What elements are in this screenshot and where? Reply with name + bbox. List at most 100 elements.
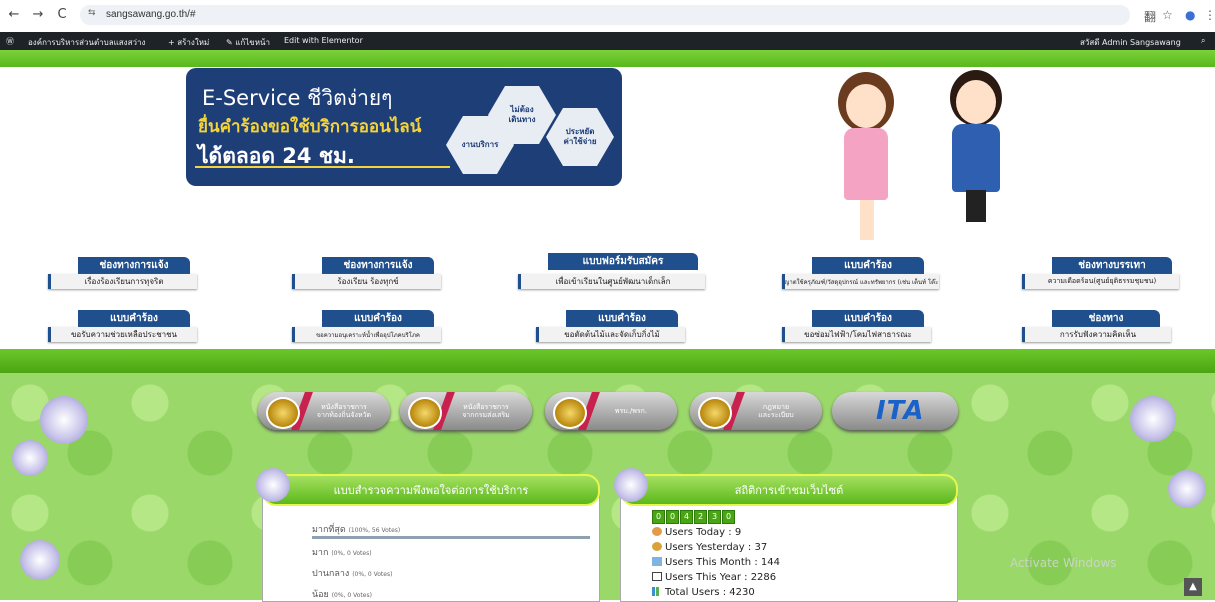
menu-top-label: แบบคำร้อง [812,257,924,274]
menu-corruption-report[interactable]: ช่องทางการแจ้ง เรื่องร้องเรียนการทุจริต [42,257,197,289]
poll-option-detail: (0%, 0 Votes) [331,592,372,599]
flower-decoration [12,440,48,476]
menu-complaint[interactable]: ช่องทางการแจ้ง ร้องเรียน ร้องทุกข์ [286,257,441,289]
seal-icon [698,397,732,429]
menu-citizen-assistance[interactable]: แบบคำร้อง ขอรับความช่วยเหลือประชาชน [42,310,197,342]
admin-elementor-link[interactable]: Edit with Elementor [284,36,363,45]
flower-decoration [1168,470,1206,508]
link-department-documents[interactable]: หนังสือราชการ จากกรมส่งเสริม [400,392,532,430]
menu-top-label: แบบคำร้อง [78,310,190,327]
menu-bottom-label: ขออนุญาตใช้ครุภัณฑ์/วัสดุอุปกรณ์ และทรัพ… [782,274,939,289]
menu-street-light-repair[interactable]: แบบคำร้อง ขอซ่อมไฟฟ้า/โคมไฟสาธารณะ [776,310,931,342]
poll-title: แบบสำรวจความพึงพอใจต่อการใช้บริการ [262,474,600,506]
banner-title: E-Service ชีวิตง่ายๆ [202,86,393,110]
stat-month-text: Users This Month : 144 [665,557,780,568]
counter-digit: 4 [680,510,693,524]
menu-top-label: แบบคำร้อง [566,310,678,327]
menu-top-label: ช่องทางการแจ้ง [322,257,434,274]
address-bar[interactable]: ⇆ sangsawang.go.th/# [80,5,1130,25]
link-local-documents[interactable]: หนังสือราชการ จากท้องถิ่นจังหวัด [258,392,390,430]
menu-bottom-label: ความเดือดร้อน(ศูนย์ยุติธรรมชุมชน) [1022,274,1179,289]
link-acts-decrees[interactable]: พรบ./พรก. [545,392,677,430]
calendar-icon [652,557,662,566]
profile-icon[interactable]: ● [1185,8,1195,22]
menu-public-opinion[interactable]: ช่องทาง การรับฟังความคิดเห็น [1016,310,1171,342]
wp-admin-bar: Ⓦ องค์การบริหารส่วนตำบลแสงสว่าง + สร้างใ… [0,32,1215,50]
stats-title: สถิติการเข้าชมเว็บไซต์ [620,474,958,506]
admin-edit-page-link[interactable]: ✎ แก้ไขหน้า [226,36,270,49]
stat-total: Total Users : 4230 [652,587,755,598]
poll-option-label: มาก [312,548,329,558]
stat-year-text: Users This Year : 2286 [665,572,777,583]
menu-bottom-label: เรื่องร้องเรียนการทุจริต [48,274,197,289]
stat-today: Users Today : 9 [652,527,741,538]
menu-justice-center[interactable]: ช่องทางบรรเทา ความเดือดร้อน(ศูนย์ยุติธรร… [1016,257,1179,289]
poll-option-label: มากที่สุด [312,525,346,535]
poll-option[interactable]: น้อย (0%, 0 Votes) [312,587,372,601]
boy-mascot-legs [966,190,986,222]
forward-icon[interactable]: → [30,7,46,22]
girl-mascot-body [844,128,888,200]
scroll-to-top-button[interactable]: ▲ [1184,578,1202,596]
reload-icon[interactable]: C [54,7,70,22]
calendar-icon [652,572,662,581]
admin-new-link[interactable]: + สร้างใหม่ [168,36,209,49]
menu-childcare-application[interactable]: แบบฟอร์มรับสมัคร เพื่อเข้าเรียนในศูนย์พั… [512,253,705,289]
wordpress-icon[interactable]: Ⓦ [6,36,14,47]
menu-bottom-label: ร้องเรียน ร้องทุกข์ [292,274,441,289]
stat-year: Users This Year : 2286 [652,572,776,583]
menu-top-label: แบบคำร้อง [812,310,924,327]
translate-icon[interactable]: 翻 [1144,8,1156,25]
poll-option[interactable]: ปานกลาง (0%, 0 Votes) [312,566,392,580]
boy-mascot-face [956,80,996,124]
menu-water-request[interactable]: แบบคำร้อง ขอความอนุเคราะห์น้ำเพื่ออุปโภค… [286,310,441,342]
user-icon [652,527,662,536]
poll-option[interactable]: มาก (0%, 0 Votes) [312,545,372,559]
girl-mascot-legs [860,200,874,240]
banner-hours: ได้ตลอด 24 ชม. [198,144,355,168]
poll-option[interactable]: มากที่สุด (100%, 56 Votes) [312,522,400,536]
browser-menu-icon[interactable]: ⋮ [1204,8,1215,22]
site-info-icon[interactable]: ⇆ [88,8,96,18]
green-strip [0,50,1215,67]
stat-month: Users This Month : 144 [652,557,780,568]
menu-bottom-label: ขอซ่อมไฟฟ้า/โคมไฟสาธารณะ [782,327,931,342]
banner-underline [195,166,450,168]
flower-decoration [614,468,648,502]
menu-top-label: ช่องทางบรรเทา [1052,257,1172,274]
search-icon[interactable]: ⌕ [1201,36,1205,46]
poll-option-detail: (0%, 0 Votes) [331,550,372,557]
flower-decoration [40,396,88,444]
seal-icon [553,397,587,429]
menu-bottom-label: ขอตัดต้นไม้และจัดเก็บกิ่งไม้ [536,327,685,342]
menu-tree-cutting[interactable]: แบบคำร้อง ขอตัดต้นไม้และจัดเก็บกิ่งไม้ [530,310,685,342]
menu-bottom-label: ขอความอนุเคราะห์น้ำเพื่ออุปโภคบริโภค [292,327,441,342]
link-laws-regulations[interactable]: กฎหมาย และระเบียบ [690,392,822,430]
counter-digit: 0 [652,510,665,524]
back-icon[interactable]: ← [6,7,22,22]
menu-bottom-label: เพื่อเข้าเรียนในศูนย์พัฒนาเด็กเล็ก [518,274,705,289]
ita-logo-text: ITA [876,396,925,426]
menu-top-label: ช่องทางการแจ้ง [78,257,190,274]
seal-icon [266,397,300,429]
stat-yesterday-text: Users Yesterday : 37 [665,542,768,553]
flower-decoration [256,468,290,502]
url-text[interactable]: sangsawang.go.th/# [106,9,196,20]
menu-equipment-request[interactable]: แบบคำร้อง ขออนุญาตใช้ครุภัณฑ์/วัสดุอุปกร… [776,257,939,289]
girl-mascot-face [846,84,886,128]
link-label: กฎหมาย และระเบียบ [758,402,794,419]
bookmark-star-icon[interactable]: ☆ [1162,8,1173,22]
link-label: พรบ./พรก. [614,406,648,415]
seal-icon [408,397,442,429]
green-band [0,349,1215,373]
poll-bar-fill [312,536,590,539]
menu-bottom-label: ขอรับความช่วยเหลือประชาชน [48,327,197,342]
poll-option-detail: (100%, 56 Votes) [348,527,401,534]
admin-site-name[interactable]: องค์การบริหารส่วนตำบลแสงสว่าง [28,36,145,49]
poll-option-label: ปานกลาง [312,569,350,579]
admin-howdy[interactable]: สวัสดี Admin Sangsawang [1080,36,1181,49]
bar-chart-icon [652,587,662,596]
stat-today-text: Users Today : 9 [665,527,742,538]
flower-decoration [1130,396,1176,442]
user-icon [652,542,662,551]
